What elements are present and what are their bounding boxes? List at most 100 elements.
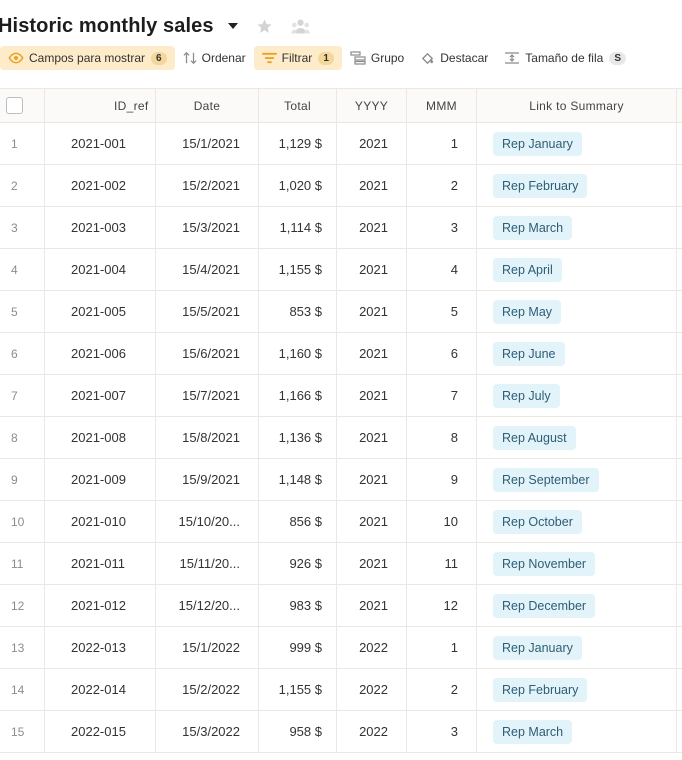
column-header-yyyy[interactable]: YYYY	[337, 89, 407, 122]
table-row[interactable]: 10 2021-010 15/10/20... 856 $ 2021 10 Re…	[0, 501, 682, 543]
total-cell[interactable]: 1,114 $	[259, 207, 337, 248]
id-ref-cell[interactable]: 2021-006	[45, 333, 156, 374]
id-ref-cell[interactable]: 2022-013	[45, 627, 156, 668]
total-cell[interactable]: 958 $	[259, 711, 337, 752]
yyyy-cell[interactable]: 2021	[337, 543, 407, 584]
mmm-cell[interactable]: 1	[407, 627, 477, 668]
date-cell[interactable]: 15/3/2021	[156, 207, 259, 248]
id-ref-cell[interactable]: 2021-009	[45, 459, 156, 500]
yyyy-cell[interactable]: 2021	[337, 333, 407, 374]
link-to-summary-cell[interactable]: Rep February	[477, 165, 677, 206]
fields-button[interactable]: Campos para mostrar 6	[0, 46, 175, 70]
mmm-cell[interactable]: 6	[407, 333, 477, 374]
id-ref-cell[interactable]: 2021-012	[45, 585, 156, 626]
yyyy-cell[interactable]: 2021	[337, 585, 407, 626]
linked-record-chip[interactable]: Rep February	[493, 677, 588, 702]
yyyy-cell[interactable]: 2022	[337, 669, 407, 710]
date-cell[interactable]: 15/11/20...	[156, 543, 259, 584]
link-to-summary-cell[interactable]: Rep June	[477, 333, 677, 374]
table-row[interactable]: 8 2021-008 15/8/2021 1,136 $ 2021 8 Rep …	[0, 417, 682, 459]
id-ref-cell[interactable]: 2021-011	[45, 543, 156, 584]
column-header-total[interactable]: Total	[259, 89, 337, 122]
linked-record-chip[interactable]: Rep January	[493, 635, 582, 660]
table-row[interactable]: 11 2021-011 15/11/20... 926 $ 2021 11 Re…	[0, 543, 682, 585]
table-row[interactable]: 2 2021-002 15/2/2021 1,020 $ 2021 2 Rep …	[0, 165, 682, 207]
yyyy-cell[interactable]: 2021	[337, 501, 407, 542]
total-cell[interactable]: 999 $	[259, 627, 337, 668]
linked-record-chip[interactable]: Rep June	[493, 341, 565, 366]
table-row[interactable]: 5 2021-005 15/5/2021 853 $ 2021 5 Rep Ma…	[0, 291, 682, 333]
linked-record-chip[interactable]: Rep February	[493, 173, 588, 198]
linked-record-chip[interactable]: Rep August	[493, 425, 576, 450]
table-row[interactable]: 15 2022-015 15/3/2022 958 $ 2022 3 Rep M…	[0, 711, 682, 753]
users-icon[interactable]	[290, 18, 310, 35]
group-button[interactable]: Grupo	[342, 46, 412, 70]
table-row[interactable]: 7 2021-007 15/7/2021 1,166 $ 2021 7 Rep …	[0, 375, 682, 417]
link-to-summary-cell[interactable]: Rep November	[477, 543, 677, 584]
id-ref-cell[interactable]: 2021-005	[45, 291, 156, 332]
link-to-summary-cell[interactable]: Rep January	[477, 123, 677, 164]
total-cell[interactable]: 1,155 $	[259, 249, 337, 290]
link-to-summary-cell[interactable]: Rep May	[477, 291, 677, 332]
link-to-summary-cell[interactable]: Rep March	[477, 207, 677, 248]
date-cell[interactable]: 15/1/2021	[156, 123, 259, 164]
table-row[interactable]: 4 2021-004 15/4/2021 1,155 $ 2021 4 Rep …	[0, 249, 682, 291]
select-all-checkbox[interactable]	[6, 97, 23, 114]
mmm-cell[interactable]: 5	[407, 291, 477, 332]
mmm-cell[interactable]: 7	[407, 375, 477, 416]
total-cell[interactable]: 1,148 $	[259, 459, 337, 500]
id-ref-cell[interactable]: 2021-003	[45, 207, 156, 248]
total-cell[interactable]: 856 $	[259, 501, 337, 542]
linked-record-chip[interactable]: Rep July	[493, 383, 560, 408]
row-size-button[interactable]: Tamaño de fila S	[496, 46, 634, 70]
yyyy-cell[interactable]: 2021	[337, 291, 407, 332]
mmm-cell[interactable]: 2	[407, 669, 477, 710]
date-cell[interactable]: 15/12/20...	[156, 585, 259, 626]
link-to-summary-cell[interactable]: Rep April	[477, 249, 677, 290]
yyyy-cell[interactable]: 2022	[337, 711, 407, 752]
linked-record-chip[interactable]: Rep April	[493, 257, 562, 282]
date-cell[interactable]: 15/4/2021	[156, 249, 259, 290]
yyyy-cell[interactable]: 2021	[337, 165, 407, 206]
total-cell[interactable]: 1,166 $	[259, 375, 337, 416]
table-row[interactable]: 14 2022-014 15/2/2022 1,155 $ 2022 2 Rep…	[0, 669, 682, 711]
mmm-cell[interactable]: 1	[407, 123, 477, 164]
id-ref-cell[interactable]: 2022-015	[45, 711, 156, 752]
total-cell[interactable]: 1,160 $	[259, 333, 337, 374]
mmm-cell[interactable]: 4	[407, 249, 477, 290]
link-to-summary-cell[interactable]: Rep August	[477, 417, 677, 458]
total-cell[interactable]: 853 $	[259, 291, 337, 332]
link-to-summary-cell[interactable]: Rep February	[477, 669, 677, 710]
column-header-date[interactable]: Date	[156, 89, 259, 122]
yyyy-cell[interactable]: 2021	[337, 375, 407, 416]
mmm-cell[interactable]: 3	[407, 207, 477, 248]
linked-record-chip[interactable]: Rep March	[493, 719, 573, 744]
column-header-mmm[interactable]: MMM	[407, 89, 477, 122]
table-row[interactable]: 13 2022-013 15/1/2022 999 $ 2022 1 Rep J…	[0, 627, 682, 669]
link-to-summary-cell[interactable]: Rep December	[477, 585, 677, 626]
linked-record-chip[interactable]: Rep December	[493, 593, 596, 618]
linked-record-chip[interactable]: Rep October	[493, 509, 582, 534]
link-to-summary-cell[interactable]: Rep September	[477, 459, 677, 500]
mmm-cell[interactable]: 3	[407, 711, 477, 752]
link-to-summary-cell[interactable]: Rep October	[477, 501, 677, 542]
total-cell[interactable]: 1,020 $	[259, 165, 337, 206]
yyyy-cell[interactable]: 2021	[337, 459, 407, 500]
link-to-summary-cell[interactable]: Rep January	[477, 627, 677, 668]
yyyy-cell[interactable]: 2022	[337, 627, 407, 668]
id-ref-cell[interactable]: 2021-007	[45, 375, 156, 416]
date-cell[interactable]: 15/6/2021	[156, 333, 259, 374]
mmm-cell[interactable]: 9	[407, 459, 477, 500]
linked-record-chip[interactable]: Rep March	[493, 215, 573, 240]
total-cell[interactable]: 1,136 $	[259, 417, 337, 458]
id-ref-cell[interactable]: 2021-004	[45, 249, 156, 290]
mmm-cell[interactable]: 12	[407, 585, 477, 626]
total-cell[interactable]: 926 $	[259, 543, 337, 584]
id-ref-cell[interactable]: 2022-014	[45, 669, 156, 710]
table-row[interactable]: 6 2021-006 15/6/2021 1,160 $ 2021 6 Rep …	[0, 333, 682, 375]
filter-button[interactable]: Filtrar 1	[253, 46, 342, 70]
sort-button[interactable]: Ordenar	[175, 46, 254, 70]
linked-record-chip[interactable]: Rep November	[493, 551, 596, 576]
total-cell[interactable]: 983 $	[259, 585, 337, 626]
date-cell[interactable]: 15/2/2021	[156, 165, 259, 206]
